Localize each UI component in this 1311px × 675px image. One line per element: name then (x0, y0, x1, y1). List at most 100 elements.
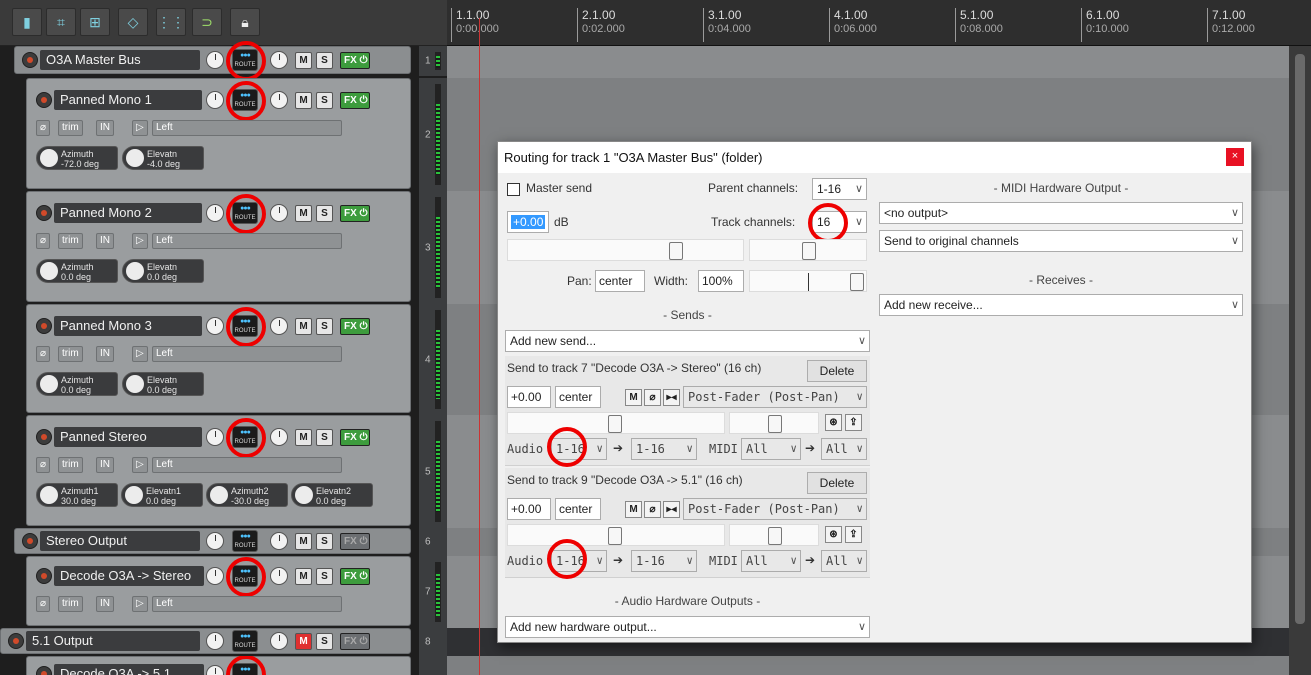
envelope-knob[interactable]: Elevatn2 0.0 deg (291, 483, 373, 507)
solo-button[interactable]: S (316, 52, 333, 69)
phase-icon[interactable]: ⌀ (644, 501, 661, 518)
mute-button[interactable]: M (295, 318, 312, 335)
record-arm-button[interactable] (36, 429, 52, 445)
mute-button[interactable]: M (295, 429, 312, 446)
record-arm-button[interactable] (36, 568, 52, 584)
width-input[interactable]: 100% (698, 270, 744, 292)
slider-thumb[interactable] (850, 273, 864, 291)
timeline-ruler[interactable]: 1.1.00 0:00.000 2.1.00 0:02.000 3.1.00 0:04… (447, 0, 1311, 46)
pan-knob[interactable] (270, 632, 288, 650)
volume-knob[interactable] (206, 567, 224, 585)
track-name[interactable]: Panned Stereo (54, 427, 202, 447)
midi-output-select[interactable]: <no output> ∨ (879, 202, 1243, 224)
close-button[interactable]: × (1226, 148, 1244, 166)
volume-knob[interactable] (206, 204, 224, 222)
solo-button[interactable]: S (316, 318, 333, 335)
mono-icon[interactable]: ▸◂ (663, 501, 680, 518)
pan-knob[interactable] (270, 91, 288, 109)
play-icon[interactable]: ▷ (132, 233, 148, 249)
solo-button[interactable]: S (316, 205, 333, 222)
input-button[interactable]: IN (96, 596, 114, 612)
pan-knob[interactable] (270, 317, 288, 335)
mute-button[interactable]: M (295, 568, 312, 585)
send-volume-slider[interactable] (507, 412, 725, 434)
phase-icon[interactable]: ⌀ (36, 120, 51, 136)
phase-icon[interactable]: ⌀ (36, 457, 51, 473)
track-name[interactable]: Decode O3A -> Stereo (54, 566, 204, 586)
pan-knob[interactable] (270, 428, 288, 446)
fx-button[interactable]: FX ⏻ (340, 52, 370, 69)
trim-button[interactable]: trim (58, 457, 83, 473)
envelope-knob[interactable]: Elevatn -4.0 deg (122, 146, 204, 170)
phase-icon[interactable]: ⌀ (36, 596, 51, 612)
send-pan-input[interactable]: center (555, 386, 601, 408)
send-mode-select[interactable]: Post-Fader (Post-Pan) ∨ (683, 498, 867, 520)
track-row[interactable]: 4 Panned Mono 3 ROUTE M S FX ⏻ ⌀ trim IN… (0, 304, 447, 415)
play-icon[interactable]: ▷ (132, 457, 148, 473)
send-mute-button[interactable]: M (625, 389, 642, 406)
fx-button[interactable]: FX ⏻ (340, 318, 370, 335)
trim-button[interactable]: trim (58, 596, 83, 612)
input-button[interactable]: IN (96, 346, 114, 362)
track-name[interactable]: Decode O3A -> 5.1 (54, 664, 204, 675)
record-arm-button[interactable] (22, 52, 38, 68)
midi-dst-select[interactable]: All ∨ (821, 550, 867, 572)
midi-src-select[interactable]: All ∨ (741, 438, 801, 460)
send-pan-slider[interactable] (729, 412, 819, 434)
fx-send-icon[interactable]: ⊛ (825, 526, 842, 543)
loop-icon[interactable]: ⊃ (192, 8, 222, 36)
trim-button[interactable]: trim (58, 233, 83, 249)
record-arm-button[interactable] (8, 633, 24, 649)
solo-button[interactable]: S (316, 633, 333, 650)
envelope-knob[interactable]: Elevatn 0.0 deg (122, 259, 204, 283)
slider-thumb[interactable] (608, 415, 622, 433)
solo-button[interactable]: S (316, 92, 333, 109)
midi-channels-select[interactable]: Send to original channels ∨ (879, 230, 1243, 252)
track-name[interactable]: Panned Mono 2 (54, 203, 202, 223)
input-select[interactable]: Left (152, 233, 342, 249)
track-row[interactable]: 7 Decode O3A -> Stereo ROUTE M S FX ⏻ ⌀ … (0, 556, 447, 628)
play-cursor[interactable] (479, 18, 480, 675)
slider-thumb[interactable] (608, 527, 622, 545)
item-move-icon[interactable]: ◇ (118, 8, 148, 36)
trim-button[interactable]: trim (58, 346, 83, 362)
pan-slider[interactable] (749, 239, 867, 261)
input-button[interactable]: IN (96, 120, 114, 136)
midi-src-select[interactable]: All ∨ (741, 550, 801, 572)
record-arm-button[interactable] (36, 205, 52, 221)
record-arm-button[interactable] (36, 318, 52, 334)
trim-button[interactable]: trim (58, 120, 83, 136)
solo-button[interactable]: S (316, 568, 333, 585)
slider-thumb[interactable] (768, 415, 782, 433)
add-hardware-output-select[interactable]: Add new hardware output... ∨ (505, 616, 870, 638)
input-select[interactable]: Left (152, 120, 342, 136)
mute-button[interactable]: M (295, 52, 312, 69)
mute-button[interactable]: M (295, 533, 312, 550)
pan-knob[interactable] (270, 51, 288, 69)
track-name[interactable]: O3A Master Bus (40, 50, 200, 70)
input-select[interactable]: Left (152, 596, 342, 612)
envelope-knob[interactable]: Elevatn1 0.0 deg (121, 483, 203, 507)
track-row[interactable]: 5 Panned Stereo ROUTE M S FX ⏻ ⌀ trim IN… (0, 415, 447, 528)
midi-icon[interactable]: ⇪ (845, 526, 862, 543)
record-arm-button[interactable] (22, 533, 38, 549)
solo-button[interactable]: S (316, 429, 333, 446)
track-name[interactable]: Panned Mono 3 (54, 316, 202, 336)
vertical-scrollbar[interactable] (1289, 46, 1311, 675)
volume-knob[interactable] (206, 532, 224, 550)
width-slider[interactable] (749, 270, 867, 292)
mute-button[interactable]: M (295, 633, 312, 650)
track-row[interactable]: Decode O3A -> 5.1 ROUTE (0, 656, 447, 675)
pan-input[interactable]: center (595, 270, 645, 292)
input-select[interactable]: Left (152, 457, 342, 473)
envelope-knob[interactable]: Azimuth -72.0 deg (36, 146, 118, 170)
volume-knob[interactable] (206, 428, 224, 446)
volume-knob[interactable] (206, 91, 224, 109)
track-row[interactable]: 2 Panned Mono 1 ROUTE M S FX ⏻ ⌀ trim IN… (0, 78, 447, 191)
lock-icon[interactable]: 🔒︎ (230, 8, 260, 36)
add-send-select[interactable]: Add new send... ∨ (505, 330, 870, 352)
fx-button[interactable]: FX ⏻ (340, 429, 370, 446)
master-send-checkbox[interactable] (507, 183, 520, 196)
delete-send-button[interactable]: Delete (807, 360, 867, 382)
audio-dst-select[interactable]: 1-16 ∨ (631, 550, 697, 572)
